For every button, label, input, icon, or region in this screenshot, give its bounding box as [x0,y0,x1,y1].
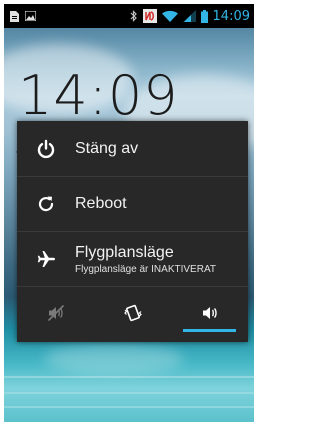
sound-on-mode-button[interactable] [171,287,248,342]
wallpaper-cloud [44,344,184,374]
image-icon [25,11,36,21]
notification-icon [10,10,19,22]
bluetooth-icon [130,10,138,22]
menu-item-airplane-mode[interactable]: Flygplansläge Flygplansläge är INAKTIVER… [17,232,248,287]
menu-text: Reboot [75,195,127,213]
battery-icon [200,9,208,23]
menu-label-power-off: Stäng av [75,139,139,157]
power-menu-dialog: Stäng av Reboot Flygplansläge Flygplansl… [17,121,248,342]
sound-mode-row [17,287,248,342]
vibrate-icon [123,303,143,327]
wallpaper-wave [4,376,254,378]
phone-screen: 14:09 14:09 t Stäng av [4,4,254,422]
reboot-icon [35,193,57,215]
signal-icon [182,10,196,22]
menu-label-airplane-mode: Flygplansläge [75,243,174,261]
menu-sublabel-airplane-mode: Flygplansläge är INAKTIVERAT [75,263,216,275]
menu-item-power-off[interactable]: Stäng av [17,121,248,177]
silent-mode-button[interactable] [17,287,94,342]
vibrate-mode-button[interactable] [94,287,171,342]
lockscreen-clock: 14:09 [18,64,179,127]
menu-text: Flygplansläge Flygplansläge är INAKTIVER… [75,244,216,275]
wifi-icon [161,10,178,22]
airplane-icon [35,248,57,270]
nfc-icon [142,9,157,23]
power-icon [35,138,57,160]
status-bar: 14:09 [4,4,254,28]
wallpaper-wave [4,392,254,394]
menu-label-reboot: Reboot [75,195,127,212]
sound-on-icon [201,304,219,326]
wallpaper-wave [4,406,254,408]
menu-text: Stäng av [75,140,138,158]
menu-item-reboot[interactable]: Reboot [17,177,248,232]
silent-icon [47,304,65,326]
status-time: 14:09 [212,8,250,24]
selected-mode-indicator [183,329,236,332]
